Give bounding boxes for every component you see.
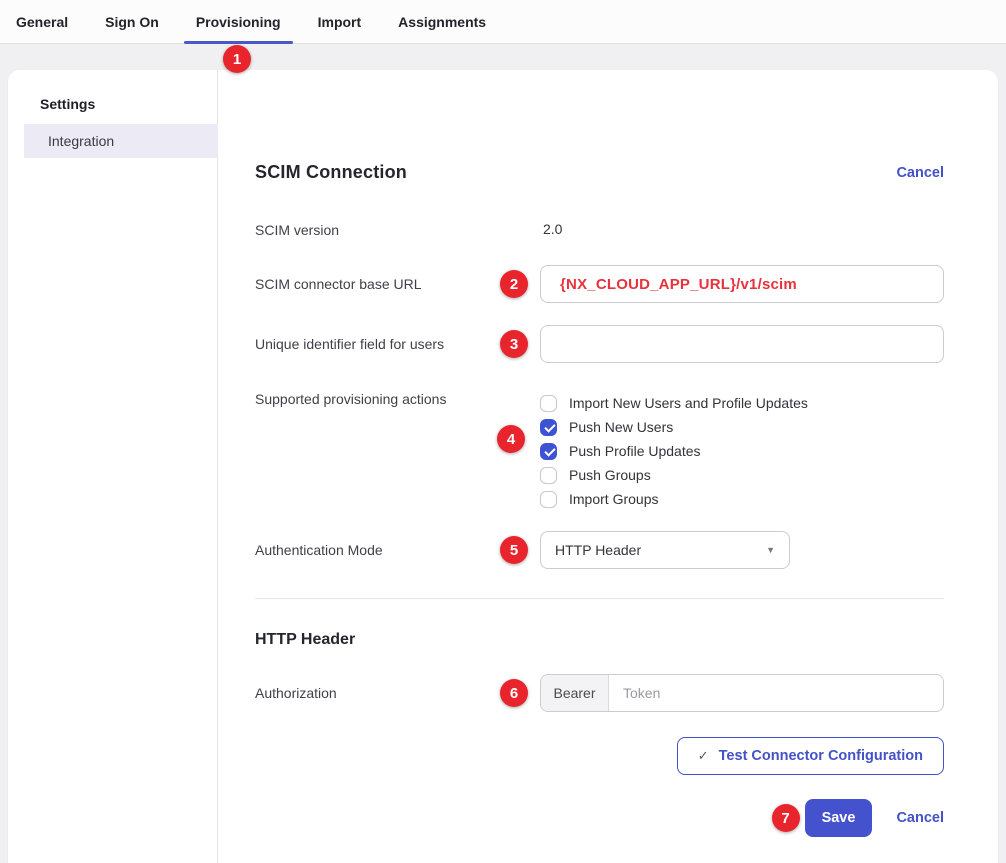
provisioning-actions-label: Supported provisioning actions xyxy=(255,391,540,407)
annotation-badge-2: 2 xyxy=(500,270,528,298)
sidebar-item-integration[interactable]: Integration xyxy=(24,124,218,158)
checkbox-push-new-users[interactable] xyxy=(540,419,557,436)
annotation-badge-3: 3 xyxy=(500,330,528,358)
action-option-push-groups: Push Groups xyxy=(540,463,944,487)
checkbox-label: Push Groups xyxy=(569,467,651,483)
unique-id-row: Unique identifier field for users 3 xyxy=(255,325,944,363)
authorization-label: Authorization xyxy=(255,685,540,701)
checkbox-label: Push Profile Updates xyxy=(569,443,701,459)
action-option-push-new-users: Push New Users xyxy=(540,415,944,439)
base-url-row: SCIM connector base URL 2 xyxy=(255,265,944,303)
provisioning-card: Settings Integration SCIM Connection Can… xyxy=(8,70,998,863)
unique-id-input[interactable] xyxy=(540,325,944,363)
bearer-prefix: Bearer xyxy=(541,675,609,711)
scim-version-value: 2.0 xyxy=(540,221,562,237)
tab-import[interactable]: Import xyxy=(306,0,374,43)
tab-assignments[interactable]: Assignments xyxy=(386,0,498,43)
annotation-badge-7: 7 xyxy=(772,804,800,832)
action-option-import-groups: Import Groups xyxy=(540,487,944,511)
authorization-input-group: Bearer xyxy=(540,674,944,712)
token-input[interactable] xyxy=(609,675,943,711)
cancel-link-bottom[interactable]: Cancel xyxy=(896,810,944,826)
annotation-badge-4: 4 xyxy=(497,425,525,453)
auth-mode-label: Authentication Mode xyxy=(255,542,540,558)
app-tab-bar: General Sign On Provisioning Import Assi… xyxy=(0,0,1006,44)
auth-mode-select[interactable]: HTTP Header ▼ xyxy=(540,531,790,569)
http-header-section-heading: HTTP Header xyxy=(255,631,944,649)
provisioning-actions-row: Supported provisioning actions 4 Import … xyxy=(255,391,944,511)
test-connector-button[interactable]: ✓ Test Connector Configuration xyxy=(677,737,944,775)
auth-mode-row: Authentication Mode 5 HTTP Header ▼ xyxy=(255,531,944,569)
dropdown-caret-icon: ▼ xyxy=(766,545,775,555)
checkbox-push-groups[interactable] xyxy=(540,467,557,484)
scim-version-row: SCIM version 2.0 xyxy=(255,221,944,239)
tab-general[interactable]: General xyxy=(4,0,80,43)
annotation-badge-5: 5 xyxy=(500,536,528,564)
checkbox-label: Import Groups xyxy=(569,491,658,507)
checkbox-push-profile-updates[interactable] xyxy=(540,443,557,460)
page-title: SCIM Connection xyxy=(255,162,407,183)
action-option-import-users: Import New Users and Profile Updates xyxy=(540,391,944,415)
action-option-push-profile-updates: Push Profile Updates xyxy=(540,439,944,463)
checkbox-import-users[interactable] xyxy=(540,395,557,412)
checkbox-label: Import New Users and Profile Updates xyxy=(569,395,808,411)
scim-connection-form: SCIM Connection Cancel SCIM version 2.0 … xyxy=(218,70,998,863)
sidebar-header: Settings xyxy=(8,96,217,112)
auth-mode-selected-value: HTTP Header xyxy=(555,542,641,558)
base-url-input[interactable] xyxy=(540,265,944,303)
cancel-link-top[interactable]: Cancel xyxy=(896,165,944,181)
unique-id-label: Unique identifier field for users xyxy=(255,336,540,352)
checkmark-icon: ✓ xyxy=(698,748,709,764)
annotation-badge-6: 6 xyxy=(500,679,528,707)
tab-provisioning[interactable]: Provisioning xyxy=(184,0,293,43)
settings-sidebar: Settings Integration xyxy=(8,70,218,863)
tab-sign-on[interactable]: Sign On xyxy=(93,0,171,43)
checkbox-import-groups[interactable] xyxy=(540,491,557,508)
save-button[interactable]: Save xyxy=(805,799,873,837)
section-divider xyxy=(255,598,944,599)
base-url-label: SCIM connector base URL xyxy=(255,276,540,292)
test-connector-button-label: Test Connector Configuration xyxy=(719,748,923,764)
checkbox-label: Push New Users xyxy=(569,419,673,435)
authorization-row: Authorization 6 Bearer xyxy=(255,674,944,712)
scim-version-label: SCIM version xyxy=(255,222,540,238)
annotation-badge-1: 1 xyxy=(223,45,251,73)
